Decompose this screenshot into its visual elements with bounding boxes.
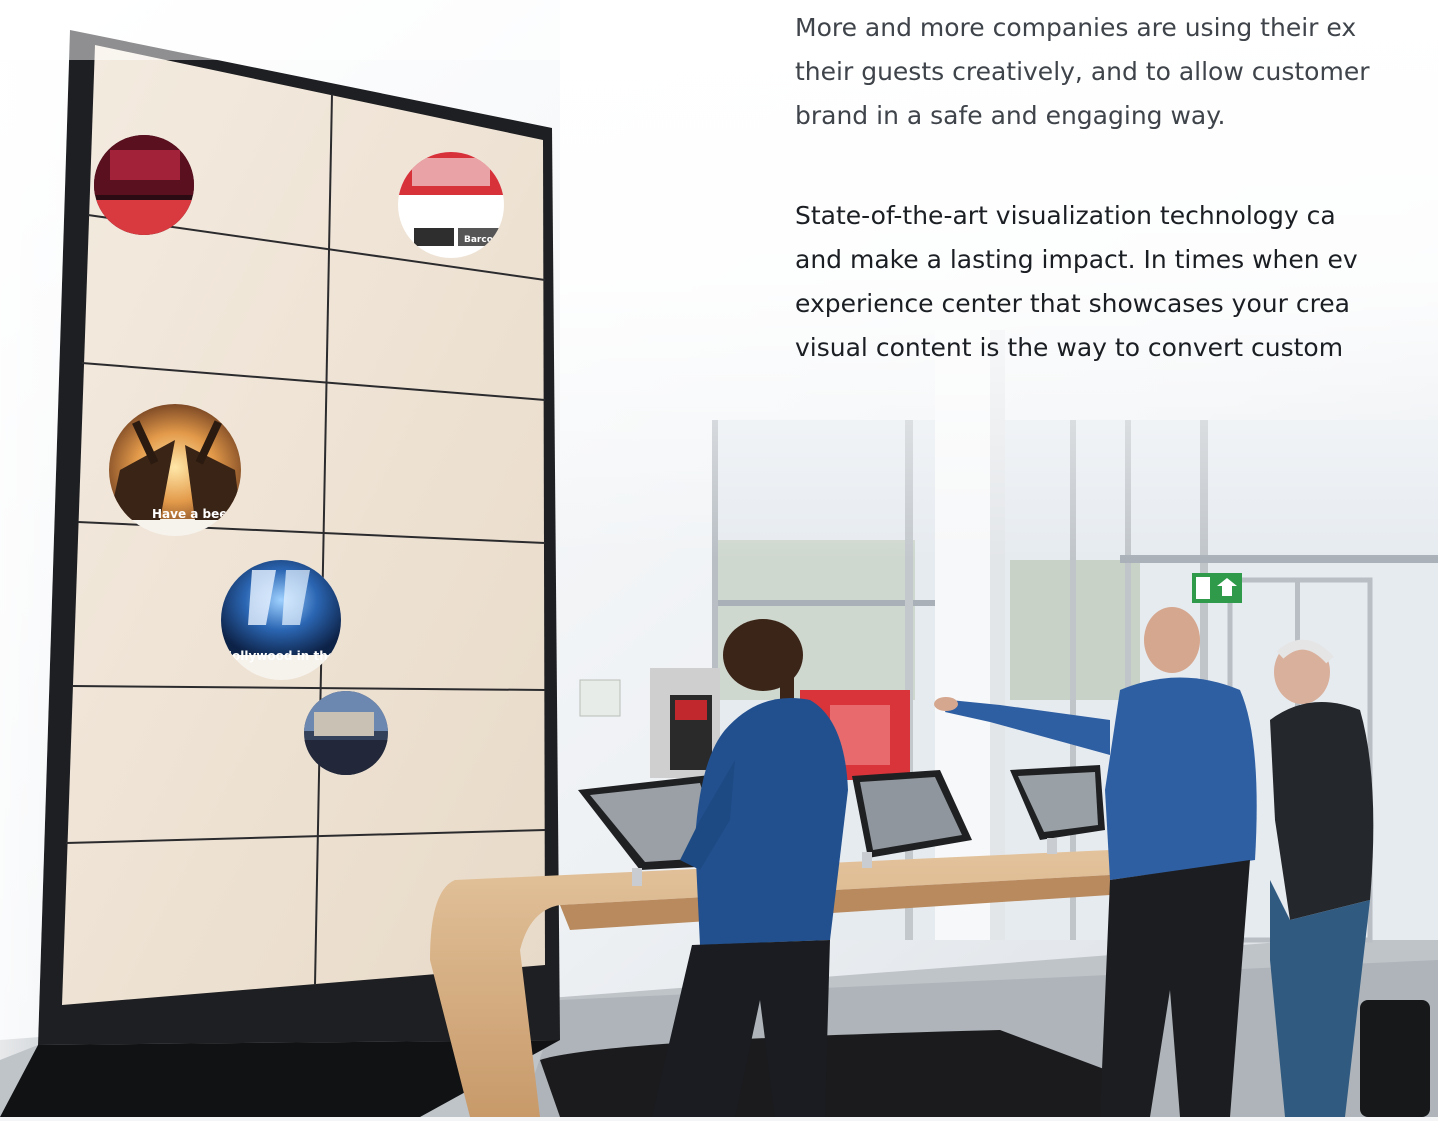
exit-sign [1192, 573, 1242, 603]
intro-paragraph: More and more companies are using their … [795, 13, 1370, 130]
marketing-copy: More and more companies are using their … [795, 0, 1438, 400]
wall-tile-have-a-beer: Have a beer [109, 404, 241, 536]
statement-paragraph: State-of-the-art visualization technolog… [795, 201, 1358, 362]
